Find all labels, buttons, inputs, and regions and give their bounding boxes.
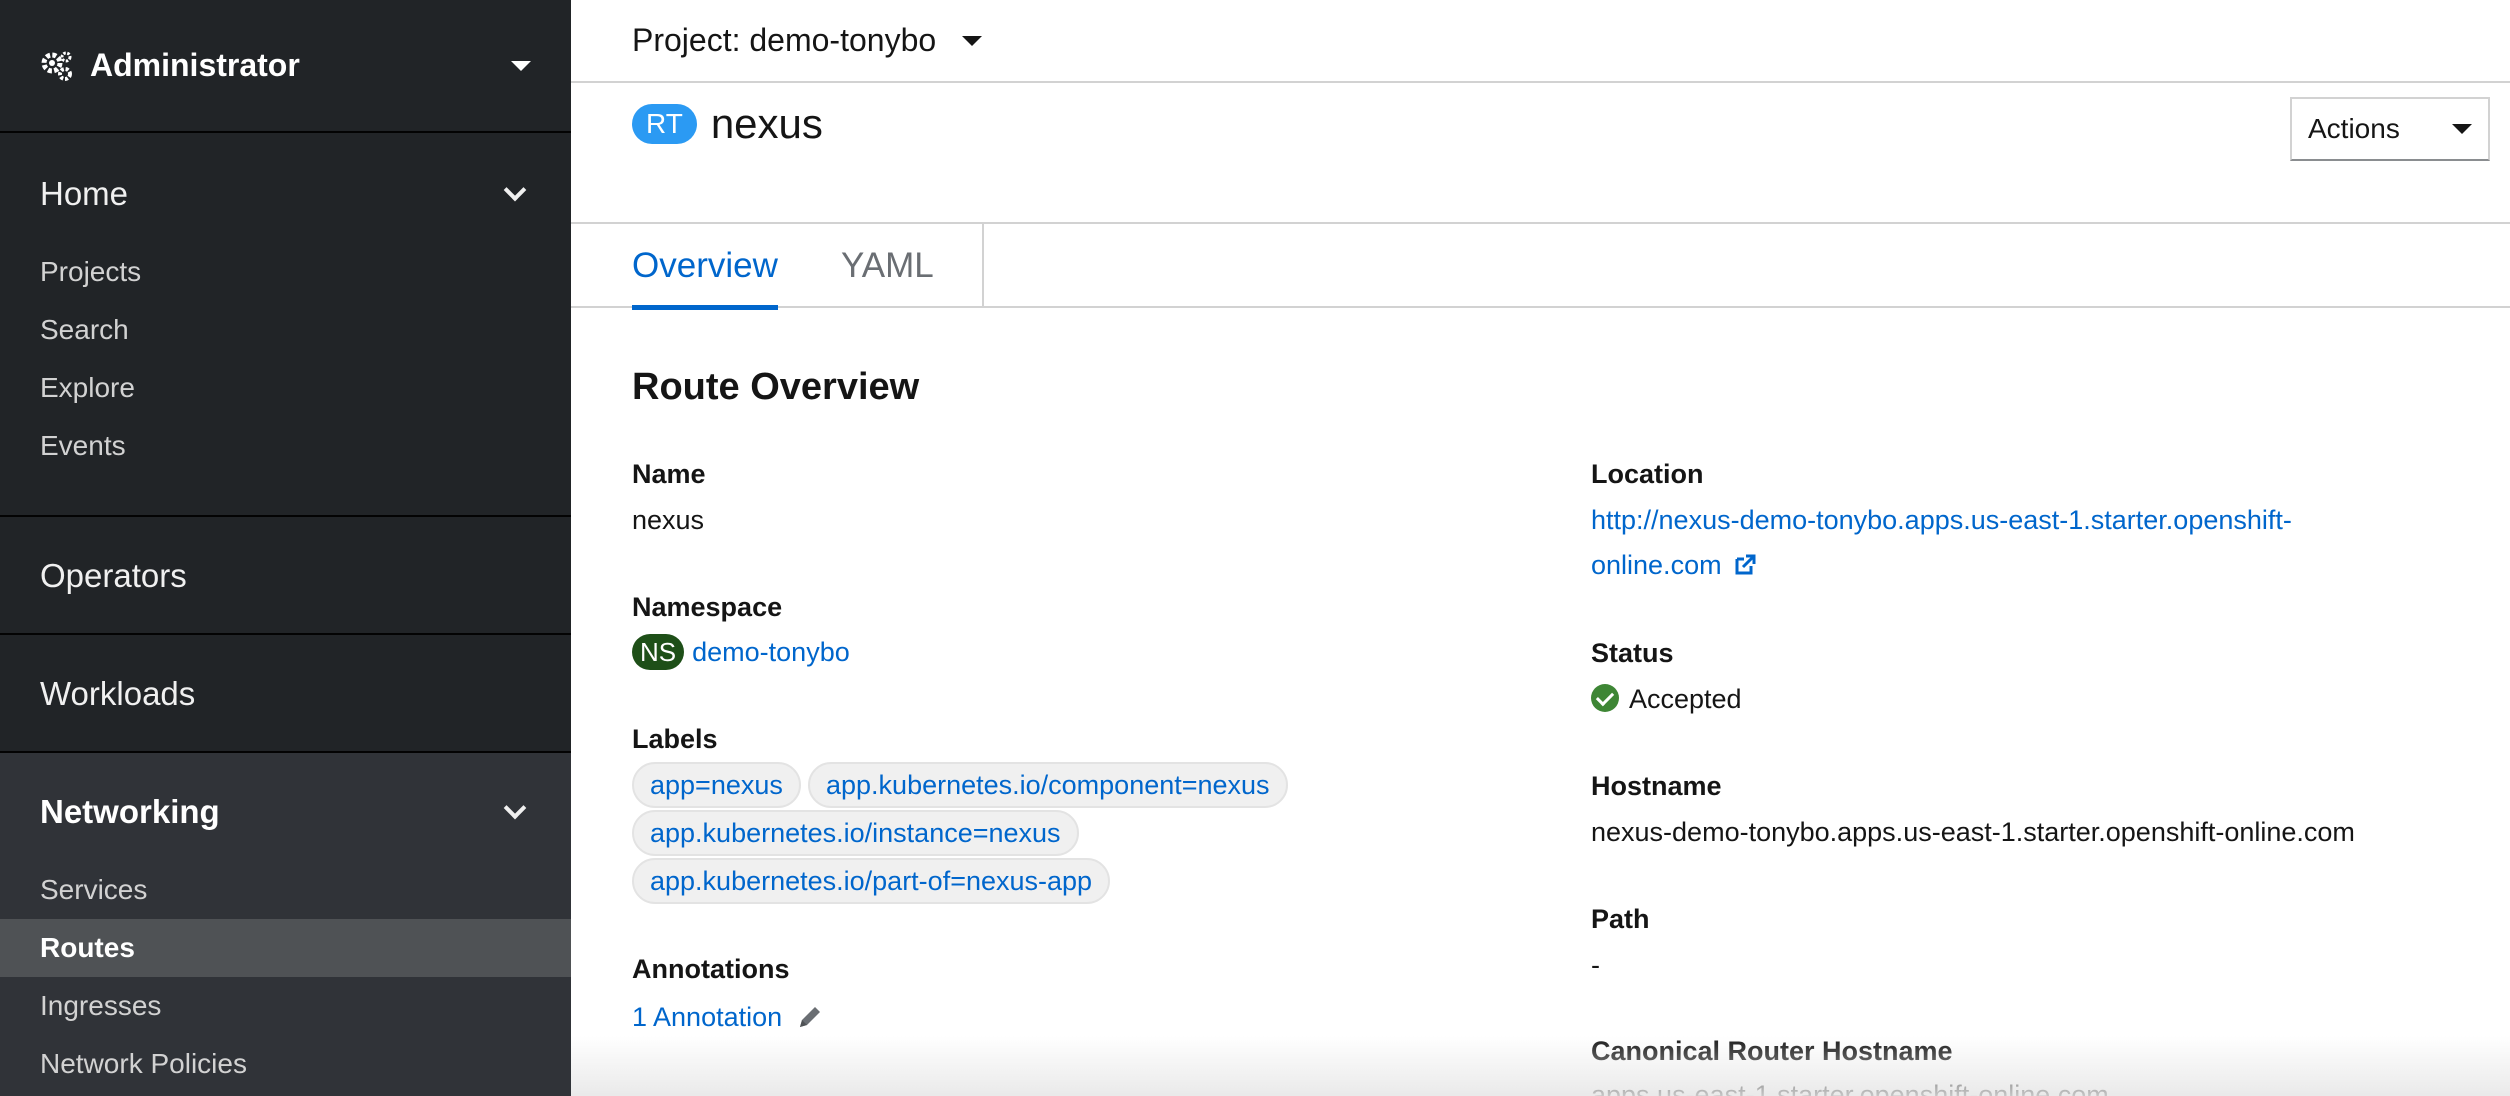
project-bar: Project: demo-tonybo [571,0,2510,83]
external-link-icon[interactable] [1733,553,1757,577]
path-value: - [1591,950,1600,980]
annotations-value: 1 Annotation [632,1002,824,1033]
sidebar-item-services[interactable]: Services [0,861,571,919]
location-link-line1[interactable]: http://nexus-demo-tonybo.apps.us-east-1.… [1591,505,2292,536]
sidebar-item-projects[interactable]: Projects [0,243,571,301]
sidebar: Administrator Home Projects Search Explo… [0,0,571,1096]
main-content: Project: demo-tonybo RT nexus Actions Ov… [571,0,2510,1096]
check-circle-icon [1591,684,1619,712]
location-link-line2[interactable]: online.com [1591,550,1722,580]
chevron-down-icon [503,796,527,820]
nav-operators-label: Operators [40,557,187,594]
tab-yaml[interactable]: YAML [841,224,934,308]
nav-networking-toggle[interactable]: Networking [0,753,571,871]
status-label: Status [1591,638,1674,668]
namespace-value: NS demo-tonybo [632,634,850,670]
scroll-fade [571,1036,2510,1096]
pencil-icon[interactable] [796,1003,824,1031]
project-selector-label[interactable]: Project: demo-tonybo [632,22,936,59]
namespace-label: Namespace [632,592,783,622]
sidebar-item-explore[interactable]: Explore [0,359,571,417]
namespace-link[interactable]: demo-tonybo [692,637,850,667]
sidebar-item-routes[interactable]: Routes [0,919,571,977]
location-line2: online.com [1591,550,1757,581]
chevron-down-icon [503,178,527,202]
nav-section-networking: Networking Services Routes Ingresses Net… [0,751,571,1096]
actions-label: Actions [2308,113,2400,144]
status-value: Accepted [1591,684,1742,715]
resource-name: nexus [710,100,823,147]
tab-overview[interactable]: Overview [632,224,778,310]
namespace-badge: NS [632,634,685,670]
nav-section-home: Home Projects Search Explore Events [0,135,571,475]
canonical-router-hostname-label: Canonical Router Hostname [1591,1036,1953,1066]
status-text: Accepted [1629,684,1742,714]
label-chip[interactable]: app.kubernetes.io/component=nexus [808,762,1288,808]
path-label: Path [1591,904,1650,934]
sidebar-item-search[interactable]: Search [0,301,571,359]
nav-operators-toggle[interactable]: Operators [0,517,571,635]
labels-label: Labels [632,724,718,754]
canonical-router-hostname-value: apps.us-east-1.starter.openshift-online.… [1591,1080,2109,1096]
perspective-switcher[interactable]: Administrator [0,0,571,133]
nav-section-operators: Operators [0,515,571,635]
caret-down-icon [511,60,531,71]
sidebar-item-ingresses[interactable]: Ingresses [0,977,571,1035]
name-value: nexus [632,505,705,535]
location-label: Location [1591,459,1704,489]
section-title: Route Overview [632,366,920,408]
caret-down-icon [2452,124,2472,134]
resource-kind-badge: RT [632,104,697,144]
annotations-link[interactable]: 1 Annotation [632,1002,782,1032]
label-chip[interactable]: app=nexus [632,762,801,808]
label-chip[interactable]: app.kubernetes.io/instance=nexus [632,810,1079,856]
actions-dropdown[interactable]: Actions [2290,97,2490,161]
nav-home-label: Home [40,175,129,212]
name-label: Name [632,459,706,489]
nav-home-toggle[interactable]: Home [0,135,571,253]
nav-workloads-toggle[interactable]: Workloads [0,635,571,753]
tab-bar: Overview YAML [571,222,2510,310]
nav-workloads-label: Workloads [40,675,196,712]
sidebar-item-events[interactable]: Events [0,417,571,475]
nav-section-workloads: Workloads [0,633,571,753]
nav-networking-label: Networking [40,793,220,830]
caret-down-icon[interactable] [962,35,983,46]
hostname-label: Hostname [1591,771,1722,801]
hostname-value: nexus-demo-tonybo.apps.us-east-1.starter… [1591,817,2355,847]
resource-title: RT nexus [632,100,823,148]
tab-divider [982,224,984,308]
perspective-label: Administrator [90,47,300,83]
annotations-label: Annotations [632,954,790,984]
label-chip[interactable]: app.kubernetes.io/part-of=nexus-app [632,858,1111,904]
sidebar-item-network-policies[interactable]: Network Policies [0,1035,571,1093]
gears-icon [41,51,72,81]
